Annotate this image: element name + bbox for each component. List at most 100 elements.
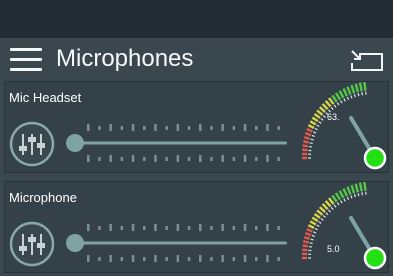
slider-tick bbox=[221, 124, 224, 131]
device-card-mic-headset: Mic Headset 63. bbox=[4, 81, 389, 173]
hamburger-menu-icon[interactable] bbox=[10, 46, 42, 72]
meter-tick bbox=[313, 231, 317, 234]
slider-knob[interactable] bbox=[66, 234, 84, 252]
meter-tick bbox=[357, 193, 360, 197]
meter-tick bbox=[353, 194, 356, 198]
meter-segment bbox=[302, 148, 308, 152]
meter-segment bbox=[306, 127, 313, 133]
meter-tick bbox=[325, 212, 329, 216]
meter-segment bbox=[358, 182, 363, 192]
meter-tick bbox=[309, 142, 313, 145]
slider-tick bbox=[277, 157, 280, 161]
meter-segment bbox=[338, 90, 345, 99]
slider-tick bbox=[277, 126, 280, 130]
meter-tick bbox=[350, 195, 353, 199]
slider-tick bbox=[165, 157, 168, 161]
meter-tick bbox=[309, 242, 313, 245]
panel-header: Microphones bbox=[0, 38, 393, 80]
slider-tick bbox=[109, 255, 112, 262]
volume-slider[interactable] bbox=[65, 224, 287, 264]
meter-segment bbox=[321, 203, 329, 210]
slider-tick bbox=[143, 226, 146, 230]
slider-track bbox=[73, 141, 287, 145]
slider-tick bbox=[243, 124, 247, 131]
meter-status-knob bbox=[363, 246, 387, 270]
meter-tick bbox=[361, 92, 364, 96]
meter-tick bbox=[310, 138, 314, 141]
meter-tick bbox=[314, 227, 318, 231]
meter-segment bbox=[334, 192, 342, 201]
meter-segment bbox=[307, 124, 315, 130]
slider-tick bbox=[221, 224, 224, 231]
meter-value: 63. bbox=[327, 112, 340, 122]
slider-tick bbox=[154, 155, 157, 162]
slider-tick bbox=[154, 224, 157, 231]
meter-segment bbox=[363, 82, 367, 91]
meter-segment bbox=[303, 240, 310, 244]
meter-tick bbox=[343, 98, 346, 102]
slider-tick bbox=[143, 126, 146, 130]
meter-segment bbox=[302, 248, 308, 252]
meter-segment bbox=[302, 244, 309, 248]
volume-slider[interactable] bbox=[65, 124, 287, 164]
meter-tick bbox=[343, 198, 346, 202]
slider-tick bbox=[176, 255, 180, 262]
meter-tick bbox=[322, 115, 326, 118]
slider-tick bbox=[232, 257, 236, 261]
meter-tick bbox=[336, 102, 340, 106]
slider-tick bbox=[87, 124, 90, 131]
slider-tick bbox=[199, 255, 202, 262]
slider-tick bbox=[87, 224, 90, 231]
meter-tick bbox=[318, 221, 322, 224]
meter-segment bbox=[328, 197, 335, 205]
meter-segment bbox=[303, 236, 311, 240]
slider-tick bbox=[210, 157, 213, 161]
slider-tick bbox=[255, 226, 258, 230]
slider-tick bbox=[232, 226, 236, 230]
equalizer-icon[interactable] bbox=[9, 221, 55, 267]
slider-tick bbox=[131, 255, 135, 262]
meter-segment bbox=[324, 100, 332, 108]
slider-tick bbox=[165, 226, 168, 230]
meter-segment bbox=[363, 182, 367, 191]
meter-segment bbox=[304, 131, 312, 137]
slider-tick bbox=[232, 126, 236, 130]
slider-tick bbox=[87, 255, 90, 262]
meter-tick bbox=[313, 131, 317, 134]
menu-line bbox=[10, 48, 42, 51]
meter-segment bbox=[331, 94, 338, 103]
meter-tick bbox=[314, 127, 318, 131]
meter-tick bbox=[320, 118, 324, 121]
slider-tick bbox=[255, 126, 258, 130]
meter-segment bbox=[313, 213, 321, 219]
meter-tick bbox=[336, 202, 340, 206]
meter-segment bbox=[316, 209, 324, 216]
meter-tick bbox=[311, 134, 315, 138]
meter-status-knob bbox=[363, 146, 387, 170]
slider-tick bbox=[243, 255, 247, 262]
exit-arrow-icon[interactable] bbox=[350, 48, 384, 72]
equalizer-icon[interactable] bbox=[9, 121, 55, 167]
meter-segment bbox=[331, 194, 338, 203]
slider-tick bbox=[176, 155, 180, 162]
meter-segment bbox=[311, 216, 319, 223]
slider-tick bbox=[187, 126, 191, 130]
slider-tick bbox=[210, 226, 213, 230]
meter-segment bbox=[306, 227, 313, 233]
meter-tick bbox=[322, 215, 326, 218]
meter-segment bbox=[303, 140, 310, 144]
slider-tick bbox=[221, 255, 224, 262]
meter-segment bbox=[302, 144, 309, 148]
slider-tick bbox=[98, 126, 101, 130]
slider-track bbox=[73, 241, 287, 245]
meter-segment bbox=[313, 113, 321, 119]
slider-tick bbox=[165, 257, 168, 261]
slider-tick bbox=[255, 257, 258, 261]
meter-segment bbox=[346, 186, 352, 196]
slider-tick bbox=[120, 257, 124, 261]
meter-tick bbox=[318, 121, 322, 124]
slider-knob[interactable] bbox=[66, 134, 84, 152]
slider-tick bbox=[109, 124, 112, 131]
meter-segment bbox=[342, 88, 349, 97]
slider-tick bbox=[277, 226, 280, 230]
